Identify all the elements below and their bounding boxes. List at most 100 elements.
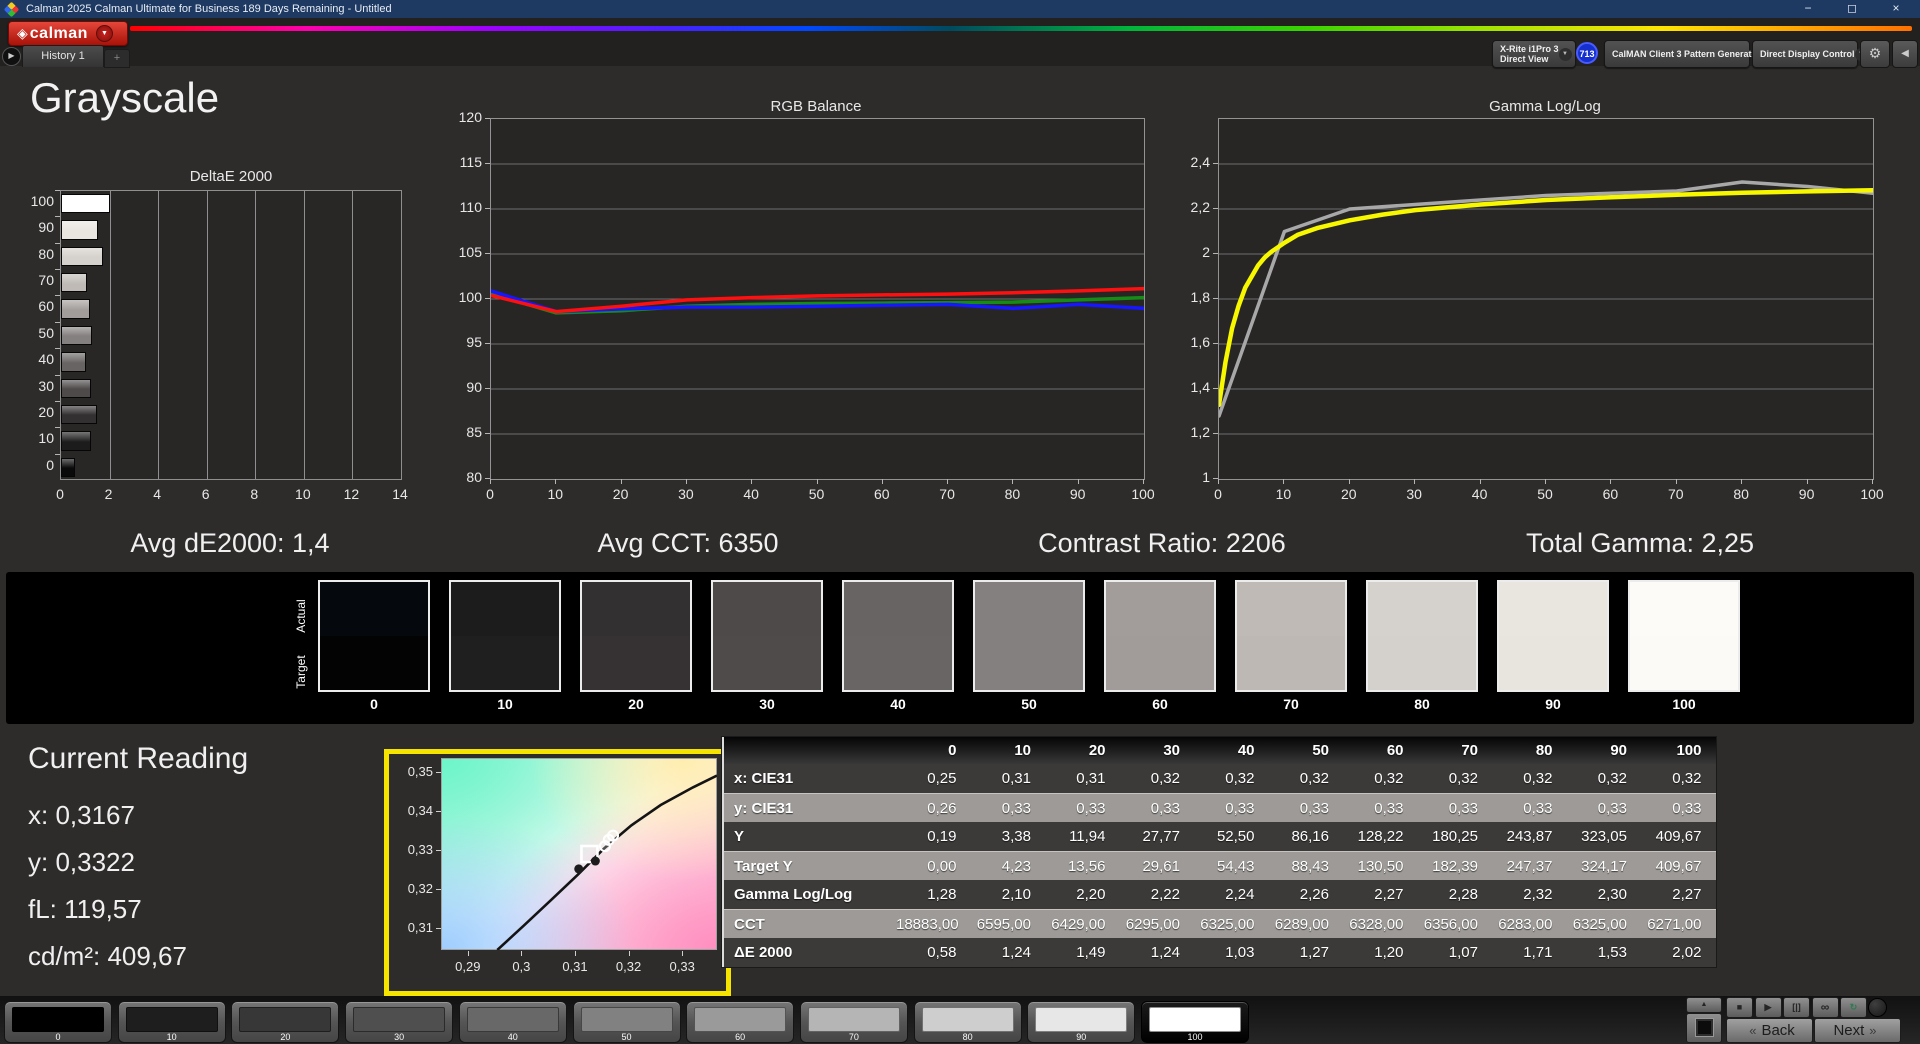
axis-tick xyxy=(947,479,949,484)
axis-tick xyxy=(55,242,60,244)
swatch-level-label: 10 xyxy=(497,696,513,712)
calman-logo-icon: ◈ xyxy=(17,25,28,41)
axis-tick xyxy=(55,427,60,429)
axis-tick xyxy=(1414,479,1416,484)
table-cell: 0,32 xyxy=(1150,770,1180,787)
single-measure-button[interactable]: [|] xyxy=(1783,997,1810,1018)
axis-tick xyxy=(485,388,490,389)
axis-tick xyxy=(485,253,490,254)
table-cell: 6325,00 xyxy=(1572,916,1627,933)
swatch-level-label: 100 xyxy=(1672,696,1696,712)
add-tab-button[interactable]: + xyxy=(104,49,130,68)
table-cell: 11,94 xyxy=(1069,828,1106,845)
display-control-button[interactable]: Direct Display Control ▼ xyxy=(1752,40,1868,68)
swatch-actual-half xyxy=(1499,582,1607,636)
x-axis-tick-label: 30 xyxy=(678,486,694,502)
x-axis-tick-label: 8 xyxy=(250,486,259,502)
bar-sheen xyxy=(62,458,75,469)
meter-dropdown-icon[interactable]: ▼ xyxy=(1558,47,1572,61)
continuous-button[interactable]: ∞ xyxy=(1811,997,1839,1018)
axis-tick xyxy=(436,810,441,812)
axis-tick xyxy=(816,479,818,484)
table-cell: 0,58 xyxy=(927,944,957,961)
swatch-target-half xyxy=(1106,636,1214,690)
table-cell: 13,56 xyxy=(1067,858,1106,875)
calman-menu-dropdown-icon[interactable]: ▼ xyxy=(95,25,113,42)
axis-tick xyxy=(485,298,490,299)
stop-button[interactable]: ■ xyxy=(1726,997,1753,1018)
axis-tick xyxy=(467,951,469,956)
table-cell: 2,02 xyxy=(1672,944,1702,961)
table-corner-cell xyxy=(724,737,896,764)
grayscale-data-table: 0 10 20 30 40 50 60 70 80 90 100 x: CIE31 0,25 0,31 0,… xyxy=(722,737,1716,967)
continuous-icon: ∞ xyxy=(1820,1000,1830,1014)
bar-sheen xyxy=(62,432,91,442)
calman-menu-button[interactable]: ◈ calman ▼ xyxy=(8,21,128,46)
table-cell: 0,33 xyxy=(1672,800,1702,817)
table-cell: 409,67 xyxy=(1655,828,1702,845)
close-button[interactable]: × xyxy=(1874,0,1918,18)
axis-tick xyxy=(436,928,441,930)
pattern-level-button[interactable]: 40 xyxy=(458,1001,567,1043)
gamma-chart-title: Gamma Log/Log xyxy=(1489,98,1601,115)
grid-line xyxy=(255,191,257,479)
swatch-level-label: 70 xyxy=(1283,696,1299,712)
table-column-header: 70 xyxy=(1461,742,1478,759)
pattern-window-up-button[interactable]: ▲ xyxy=(1686,997,1722,1013)
table-cell: 0,33 xyxy=(1150,800,1180,817)
pattern-level-button[interactable]: 80 xyxy=(913,1001,1022,1043)
tab-history-1[interactable]: History 1 xyxy=(22,45,104,67)
table-cell: 52,50 xyxy=(1216,828,1255,845)
pattern-level-button[interactable]: 0 xyxy=(4,1001,112,1043)
y-axis-category-label: 40 xyxy=(38,351,54,368)
y-axis-tick-label: 1 xyxy=(1202,469,1210,485)
table-cell: 86,16 xyxy=(1291,828,1329,845)
pattern-level-button[interactable]: 10 xyxy=(117,1001,226,1043)
back-button[interactable]: « Back xyxy=(1726,1018,1813,1043)
meter-device-button[interactable]: X-Rite i1Pro 3 Direct View ▼ xyxy=(1492,40,1576,68)
pattern-level-button[interactable]: 60 xyxy=(686,1001,795,1043)
y-axis-category-label: 90 xyxy=(38,219,54,236)
swatch-target-half xyxy=(975,636,1083,690)
y-axis-category-label: 70 xyxy=(38,272,54,289)
deltae-chart-title: DeltaE 2000 xyxy=(189,168,273,185)
deltae-bar xyxy=(61,352,86,372)
loop-refresh-button[interactable]: ↻ xyxy=(1840,997,1867,1018)
bar-sheen xyxy=(62,195,110,205)
pattern-level-button[interactable]: 100 xyxy=(1141,1001,1249,1043)
table-row-label: y: CIE31 xyxy=(734,800,794,817)
pattern-window-button[interactable] xyxy=(1686,1013,1722,1043)
pattern-level-button[interactable]: 70 xyxy=(799,1001,908,1043)
axis-tick xyxy=(682,951,684,956)
table-row: ΔE 2000 0,58 1,24 1,49 1,24 1,03 1,27 1,20 1,07 1… xyxy=(724,938,1716,967)
settings-button[interactable]: ⚙ xyxy=(1860,40,1890,68)
swatch-target-half xyxy=(320,636,428,690)
x-axis-tick-label: 4 xyxy=(153,486,162,502)
restore-button[interactable]: ◻ xyxy=(1830,0,1874,18)
pattern-level-button[interactable]: 90 xyxy=(1027,1001,1136,1043)
play-button[interactable]: ▶ xyxy=(1754,997,1782,1018)
collapse-panel-button[interactable]: ◀ xyxy=(1892,40,1918,68)
table-cell: 1,71 xyxy=(1523,944,1553,961)
y-axis-category-label: 0 xyxy=(46,456,54,473)
y-axis-tick-label: 105 xyxy=(458,244,482,260)
reading-y: y: 0,3322 xyxy=(28,847,135,877)
pattern-level-button[interactable]: 30 xyxy=(345,1001,454,1043)
y-axis-tick-label: 1,6 xyxy=(1190,334,1210,350)
table-column-header: 0 xyxy=(948,742,957,759)
swatch-target-half xyxy=(713,636,821,690)
pattern-level-button[interactable]: 50 xyxy=(572,1001,681,1043)
pattern-level-button[interactable]: 20 xyxy=(231,1001,340,1043)
swatch-actual-half xyxy=(713,582,821,636)
pattern-generator-button[interactable]: CalMAN Client 3 Pattern Generator ▼ xyxy=(1604,40,1774,68)
minimize-button[interactable]: − xyxy=(1786,0,1830,18)
reading-fl: fL: 119,57 xyxy=(28,894,142,924)
grid-line xyxy=(303,191,305,479)
calman-menu-label: calman xyxy=(29,24,88,42)
cie-chromaticity-chart: 0,35 0,34 0,33 0,32 0,31 0,29 0,3 0,31 0,32 0,33 xyxy=(384,749,731,996)
history-nav-button[interactable]: ▶ xyxy=(2,47,21,66)
axis-tick xyxy=(436,850,441,852)
bar-sheen xyxy=(62,405,97,416)
next-button[interactable]: Next » xyxy=(1814,1018,1901,1043)
grayscale-swatch xyxy=(449,580,561,692)
